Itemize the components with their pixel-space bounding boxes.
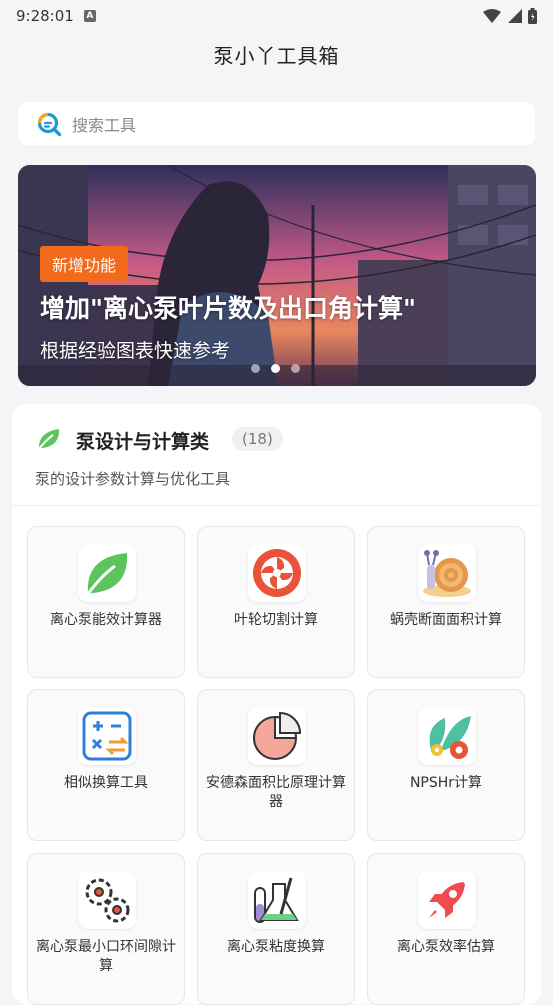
plant-gear-icon: [418, 707, 476, 765]
search-bar[interactable]: 搜索工具: [18, 102, 535, 146]
leaf-icon: [38, 429, 60, 450]
tool-card-viscosity-conversion[interactable]: 离心泵粘度换算: [197, 853, 355, 1005]
feature-banner[interactable]: 新增功能 增加"离心泵叶片数及出口角计算" 根据经验图表快速参考: [18, 165, 536, 386]
rocket-icon: [418, 871, 476, 929]
status-bar: 9:28:01 A: [0, 0, 553, 32]
tool-card-label: 离心泵粘度换算: [227, 939, 325, 955]
tool-card-volute-area[interactable]: 蜗壳断面面积计算: [367, 526, 525, 678]
tool-card-label: NPSHr计算: [409, 775, 483, 791]
wifi-icon: [483, 9, 501, 23]
banner-tag: 新增功能: [40, 246, 129, 282]
section-count-badge: (18): [232, 427, 283, 451]
tool-card-label: 蜗壳断面面积计算: [390, 612, 502, 628]
tool-card-label: 安德森面积比原理计算器: [206, 775, 346, 810]
gears-icon: [78, 871, 136, 929]
tool-card-label: 相似换算工具: [64, 775, 148, 791]
tool-card-label: 离心泵能效计算器: [50, 612, 162, 628]
tool-card-label: 叶轮切割计算: [234, 612, 318, 628]
tool-card-similarity-conversion[interactable]: 相似换算工具: [27, 689, 185, 841]
carousel-indicator[interactable]: [251, 364, 300, 373]
tool-card-label: 离心泵效率估算: [397, 939, 495, 955]
carousel-dot[interactable]: [291, 364, 300, 373]
tool-card-label: 离心泵最小口环间隙计算: [36, 939, 176, 974]
calculator-icon: [78, 707, 136, 765]
status-time: 9:28:01: [16, 7, 74, 25]
tool-card-npshr[interactable]: NPSHr计算: [367, 689, 525, 841]
tool-category-section: 泵设计与计算类 (18) 泵的设计参数计算与优化工具 离心泵能效计算器 叶轮切割…: [12, 404, 541, 1005]
lab-tubes-icon: [248, 871, 306, 929]
section-title: 泵设计与计算类: [76, 431, 210, 453]
section-header[interactable]: 泵设计与计算类 (18) 泵的设计参数计算与优化工具: [12, 404, 541, 506]
pie-chart-icon: [248, 707, 306, 765]
banner-subtitle: 根据经验图表快速参考: [40, 340, 231, 362]
notification-badge-icon: A: [83, 10, 96, 22]
app-title: 泵小丫工具箱: [213, 44, 340, 68]
tool-card-efficiency-estimate[interactable]: 离心泵效率估算: [367, 853, 525, 1005]
battery-icon: [528, 8, 537, 24]
signal-icon: [508, 9, 522, 23]
tool-card-anderson-area-ratio[interactable]: 安德森面积比原理计算器: [197, 689, 355, 841]
carousel-dot-active[interactable]: [271, 364, 280, 373]
search-input[interactable]: 搜索工具: [72, 112, 136, 136]
impeller-icon: [248, 544, 306, 602]
banner-headline: 增加"离心泵叶片数及出口角计算": [40, 294, 417, 323]
search-icon: [37, 112, 62, 137]
tool-card-energy-efficiency[interactable]: 离心泵能效计算器: [27, 526, 185, 678]
carousel-dot[interactable]: [251, 364, 260, 373]
leaf-icon: [78, 544, 136, 602]
tool-card-wear-ring-clearance[interactable]: 离心泵最小口环间隙计算: [27, 853, 185, 1005]
snail-icon: [418, 544, 476, 602]
section-description: 泵的设计参数计算与优化工具: [35, 470, 231, 488]
tool-card-impeller-trim[interactable]: 叶轮切割计算: [197, 526, 355, 678]
